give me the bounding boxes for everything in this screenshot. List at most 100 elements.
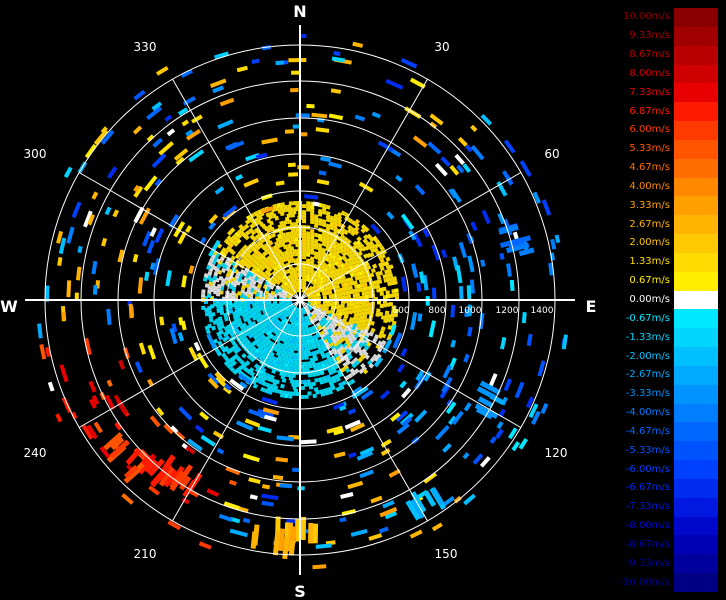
legend-label: -0.67m/s (625, 312, 670, 324)
velocity-gate (459, 286, 464, 300)
velocity-gate (312, 393, 317, 399)
legend-swatch (674, 441, 718, 461)
compass-north-label: N (293, 2, 306, 21)
velocity-gate (276, 202, 282, 208)
velocity-gate (466, 285, 472, 301)
legend-label: 3.33m/s (629, 199, 670, 211)
legend-label: -6.67m/s (625, 482, 670, 494)
bearing-240-label: 240 (24, 446, 47, 460)
legend-label: 2.00m/s (629, 237, 670, 249)
velocity-gate (308, 385, 314, 390)
legend-swatch (674, 64, 718, 84)
legend-swatch (674, 158, 718, 179)
velocity-gate (304, 355, 309, 360)
legend-swatch (674, 83, 718, 103)
velocity-gate (305, 231, 311, 236)
velocity-gate (291, 70, 300, 75)
legend-swatch (674, 573, 718, 593)
legend-swatch (674, 403, 718, 423)
velocity-gate (295, 391, 300, 397)
legend-label: 1.33m/s (629, 256, 670, 268)
velocity-gate (394, 288, 399, 293)
velocity-gate (393, 280, 398, 285)
velocity-gate (306, 103, 315, 109)
velocity-gate (300, 385, 305, 391)
legend-swatch (674, 8, 718, 28)
velocity-gate (297, 486, 305, 491)
velocity-gate (311, 372, 317, 378)
velocity-gate (216, 308, 221, 313)
legend-label: 4.67m/s (629, 162, 670, 174)
legend-swatch (674, 384, 718, 405)
legend-label: 6.87m/s (629, 105, 670, 117)
bearing-210-label: 210 (134, 547, 157, 561)
legend-label: -8.00m/s (625, 520, 670, 532)
bearing-330-label: 330 (134, 40, 157, 54)
velocity-gate (309, 228, 315, 234)
velocity-gate (292, 200, 298, 206)
legend-swatch (674, 215, 718, 235)
legend-swatch (674, 45, 718, 65)
legend-swatch (674, 347, 718, 367)
velocity-gate (290, 87, 299, 93)
legend-label: -9.33m/s (625, 557, 670, 569)
legend-swatch (674, 554, 718, 574)
velocity-gate (288, 394, 293, 399)
range-800-label: 800 (428, 306, 445, 316)
legend-label: 8.67m/s (629, 49, 670, 61)
velocity-gate (521, 312, 527, 324)
legend-swatch (674, 422, 718, 442)
velocity-gate (275, 60, 285, 66)
legend-label: -7.33m/s (625, 501, 670, 513)
velocity-gate (287, 162, 296, 168)
legend-label: 5.33m/s (629, 143, 670, 155)
range-1000-label: 1000 (459, 306, 482, 316)
velocity-gate (346, 294, 352, 299)
legend-label: 0.67m/s (629, 275, 670, 287)
legend-label: -3.33m/s (625, 388, 670, 400)
legend-swatch (674, 365, 718, 386)
bearing-300-label: 300 (24, 147, 47, 161)
legend-label: -1.33m/s (625, 331, 670, 343)
legend-label: 0.00m/s (629, 294, 670, 305)
velocity-gate (302, 204, 307, 209)
compass-east-label: E (586, 297, 597, 316)
velocity-gate (288, 58, 307, 63)
velocity-gate (300, 394, 305, 400)
velocity-gate (285, 231, 290, 237)
velocity-gate (280, 202, 286, 207)
velocity-gate (66, 280, 72, 298)
velocity-gate (204, 283, 210, 288)
legend-swatch (674, 535, 718, 555)
velocity-gate (207, 289, 212, 294)
legend-swatch (674, 516, 718, 536)
velocity-gate (288, 172, 299, 177)
velocity-gate (302, 210, 307, 215)
velocity-gate (509, 279, 515, 292)
velocity-gate (431, 287, 437, 301)
legend-swatch (674, 271, 718, 292)
velocity-gate (279, 393, 285, 398)
legend-swatch (674, 196, 718, 216)
legend-swatch (674, 290, 718, 310)
legend-swatch (674, 26, 718, 47)
bearing-120-label: 120 (545, 446, 568, 460)
velocity-gate (201, 289, 206, 294)
legend-label: 4.00m/s (629, 180, 670, 192)
legend-label: -5.33m/s (625, 444, 670, 456)
velocity-gate (92, 285, 98, 295)
velocity-gate (288, 201, 294, 206)
legend-swatch (674, 478, 718, 499)
velocity-gate (295, 113, 310, 118)
legend-label: 8.00m/s (629, 67, 670, 79)
velocity-gate (280, 383, 285, 389)
legend-swatch (674, 328, 718, 348)
legend-label: 2.67m/s (629, 218, 670, 230)
velocity-gate (305, 258, 311, 264)
legend-swatch (674, 121, 718, 141)
velocity-gate (281, 378, 287, 383)
velocity-gate (201, 293, 206, 298)
legend-label: 9.33m/s (629, 30, 670, 42)
radar-ppi-display[interactable]: N S E W 30 60 120 150 210 240 300 330 60… (0, 0, 600, 600)
velocity-gate (394, 292, 400, 297)
